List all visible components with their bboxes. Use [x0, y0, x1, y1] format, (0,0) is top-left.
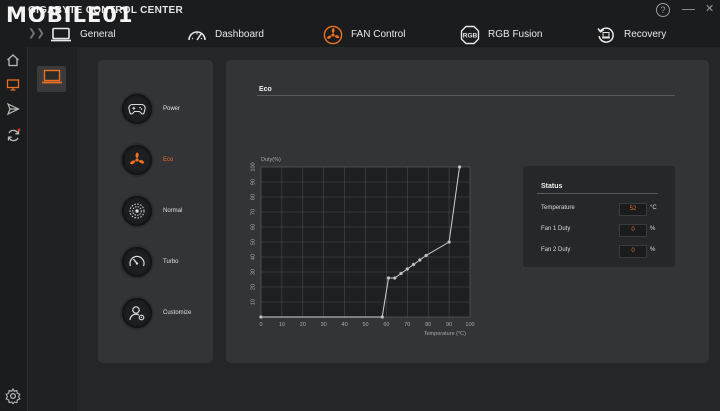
x-tick-label: 20 [300, 322, 306, 328]
tab-label: Recovery [624, 29, 667, 40]
recovery-icon [596, 25, 616, 45]
status-value-fan2: 0 [619, 245, 647, 258]
laptop-icon [50, 27, 72, 43]
speedometer-icon [122, 247, 152, 277]
mode-label: Normal [163, 208, 183, 214]
device-laptop-tile[interactable] [37, 66, 66, 92]
x-tick-label: 90 [446, 322, 452, 328]
home-icon[interactable] [4, 51, 22, 69]
curve-point [411, 262, 416, 267]
status-unit-temperature: °C [650, 205, 657, 211]
status-unit-fan1: % [650, 226, 656, 232]
curve-point [418, 258, 422, 262]
tab-label: FAN Control [351, 29, 406, 40]
status-value-temperature: 52 [619, 203, 647, 216]
fan-icon [323, 25, 343, 45]
status-unit-fan2: % [650, 247, 656, 253]
fan-curve-chart[interactable]: 0 10 20 30 40 50 60 70 80 90 100 10 20 30 40 50 60 70 80 90… [240, 152, 490, 342]
x-tick-label: 0 [259, 322, 262, 328]
tab-rgb-fusion[interactable]: RGB RGB Fusion [460, 22, 542, 47]
x-tick-label: 40 [342, 322, 348, 328]
mode-label: Eco [163, 157, 174, 163]
help-icon[interactable]: ? [656, 3, 670, 17]
mode-power[interactable]: Power [122, 94, 180, 124]
mode-normal[interactable]: Normal [122, 196, 182, 226]
tab-label: Dashboard [215, 29, 264, 40]
x-tick-label: 60 [383, 322, 389, 328]
panel-title-divider [257, 95, 675, 96]
x-tick-label: 70 [404, 322, 410, 328]
sync-icon[interactable] [4, 126, 22, 144]
user-settings-icon [122, 298, 152, 328]
monitor-icon[interactable] [4, 76, 22, 94]
curve-point [259, 315, 263, 319]
x-axis-label: Temperature (°C) [424, 331, 466, 337]
status-title: Status [541, 183, 563, 190]
curve-point [380, 315, 385, 319]
curve-point [424, 253, 428, 258]
laptop-icon [41, 69, 63, 90]
status-label-fan2: Fan 2 Duty [541, 247, 571, 253]
y-tick-label: 30 [250, 269, 256, 275]
mode-label: Power [163, 106, 181, 112]
tab-recovery[interactable]: Recovery [596, 22, 666, 47]
fan-normal-icon [122, 196, 152, 226]
tab-general[interactable]: General [50, 22, 116, 47]
status-label-fan1: Fan 1 Duty [541, 226, 571, 232]
settings-icon[interactable] [4, 387, 22, 405]
panel-title: Eco [259, 86, 272, 93]
gauge-icon [187, 28, 207, 42]
tab-dashboard[interactable]: Dashboard [187, 22, 264, 47]
y-tick-label: 50 [250, 239, 256, 245]
curve-point [405, 267, 410, 271]
tab-label: RGB Fusion [488, 29, 543, 40]
y-axis-label: Duty(%) [261, 157, 281, 163]
tab-fan-control[interactable]: FAN Control [323, 22, 405, 47]
x-tick-label: 30 [321, 322, 327, 328]
status-value-fan1: 0 [619, 224, 647, 237]
gamepad-icon [122, 94, 152, 124]
x-tick-label: 80 [425, 322, 431, 328]
status-divider [537, 193, 658, 194]
curve-point [386, 276, 391, 280]
x-tick-label: 100 [465, 322, 474, 328]
status-label-temperature: Temperature [541, 205, 575, 211]
x-tick-label: 10 [279, 322, 285, 328]
y-tick-label: 60 [250, 224, 256, 230]
curve-point [392, 276, 397, 280]
mode-label: Customize [163, 310, 192, 316]
device-bar [28, 47, 76, 411]
sidebar [0, 47, 28, 411]
close-button[interactable]: ✕ [705, 2, 714, 16]
svg-text:RGB: RGB [463, 32, 478, 39]
curve-point [447, 240, 451, 244]
y-tick-label: 90 [250, 179, 256, 185]
fan-icon [122, 145, 152, 175]
mode-turbo[interactable]: Turbo [122, 247, 178, 277]
curve-point [399, 271, 403, 276]
y-tick-label: 20 [250, 284, 256, 290]
y-tick-label: 40 [250, 254, 256, 260]
y-tick-label: 70 [250, 209, 256, 215]
y-tick-label: 100 [250, 162, 256, 171]
mode-eco[interactable]: Eco [122, 145, 173, 175]
x-tick-label: 50 [362, 322, 368, 328]
rgb-icon: RGB [460, 25, 480, 45]
curve-point [457, 165, 462, 169]
send-icon[interactable] [4, 100, 22, 118]
tab-label: General [80, 29, 116, 40]
tab-bar: ❯❯ General Dashboard FAN Control RGB RGB… [0, 22, 720, 47]
y-tick-label: 10 [250, 299, 256, 305]
mode-label: Turbo [163, 259, 179, 265]
minimize-button[interactable]: — [682, 2, 695, 16]
y-tick-label: 80 [250, 194, 256, 200]
collapse-arrows-icon[interactable]: ❯❯ [28, 28, 45, 39]
fan-mode-panel: Power Eco Normal Turbo Customize [98, 60, 213, 363]
title-bar: GIGABYTE CONTROL CENTER MOBILE01 ? — ✕ [0, 0, 720, 27]
mode-customize[interactable]: Customize [122, 298, 191, 328]
